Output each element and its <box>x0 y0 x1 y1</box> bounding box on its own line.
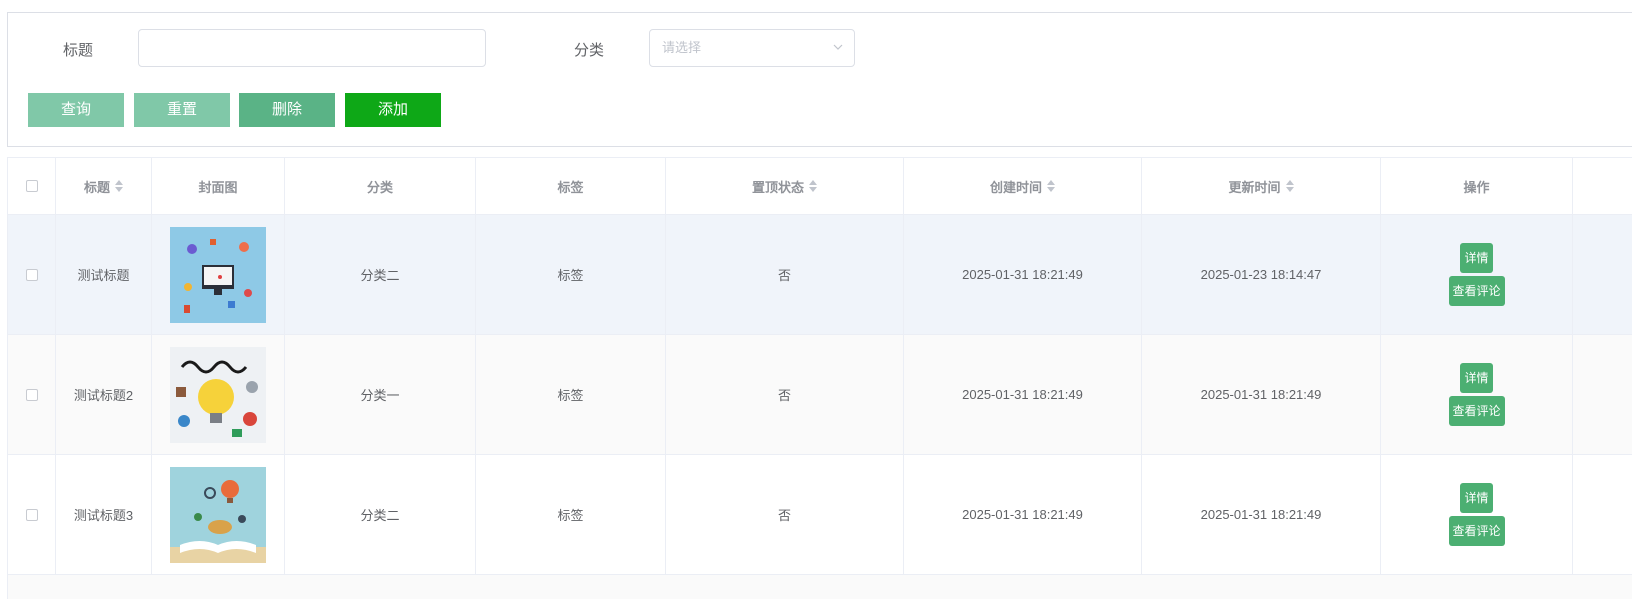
header-tag: 标签 <box>476 158 666 214</box>
view-comments-button[interactable]: 查看评论 <box>1448 516 1505 546</box>
header-created[interactable]: 创建时间 <box>904 158 1142 214</box>
table-row[interactable]: 测试标题2 分类一 标签 否 2025-01-31 18:21:49 2025-… <box>8 335 1632 455</box>
category-select[interactable]: 请选择 <box>649 29 855 67</box>
table-row[interactable]: 测试标题 分类二 标签 否 2025-01-31 18:21:49 2025-0… <box>8 215 1632 335</box>
header-updated-label: 更新时间 <box>1228 179 1281 195</box>
created-cell: 2025-01-31 18:21:49 <box>904 455 1142 574</box>
table-row-partial <box>8 575 1632 599</box>
actions-cell: 详情 查看评论 <box>1381 215 1573 334</box>
table-row[interactable]: 测试标题3 分类二 标签 否 2025-01-31 18:21:49 2025-… <box>8 455 1632 575</box>
category-label: 分类 <box>574 42 605 59</box>
header-pinned-label: 置顶状态 <box>751 179 804 195</box>
cover-image-book-icon[interactable] <box>170 466 266 563</box>
header-updated[interactable]: 更新时间 <box>1142 158 1381 214</box>
row-checkbox[interactable] <box>25 388 38 401</box>
category-placeholder: 请选择 <box>662 40 702 55</box>
actions-cell: 详情 查看评论 <box>1381 455 1573 574</box>
actions-cell: 详情 查看评论 <box>1381 335 1573 454</box>
header-cover-label: 封面图 <box>198 179 238 195</box>
row-select-cell <box>8 215 56 334</box>
search-panel: 标题 分类 请选择 查询 重置 删除 添加 <box>7 12 1632 147</box>
category-cell: 分类二 <box>285 215 476 334</box>
chevron-down-icon <box>832 30 844 80</box>
cover-image-learn-icon[interactable] <box>170 346 266 443</box>
tag-cell: 标签 <box>476 335 666 454</box>
title-cell: 测试标题2 <box>56 335 152 454</box>
header-category-label: 分类 <box>366 179 393 195</box>
header-select-all-cell <box>8 158 56 214</box>
select-all-checkbox[interactable] <box>25 180 38 192</box>
category-cell: 分类一 <box>285 335 476 454</box>
cover-cell <box>152 455 285 574</box>
row-checkbox[interactable] <box>25 508 38 521</box>
header-title-label: 标题 <box>83 179 110 195</box>
table-header: 标题 封面图 分类 标签 置顶状态 创建时间 更新时间 操作 <box>8 158 1632 215</box>
row-checkbox[interactable] <box>25 268 38 281</box>
row-select-cell <box>8 455 56 574</box>
row-select-cell <box>8 335 56 454</box>
created-cell: 2025-01-31 18:21:49 <box>904 335 1142 454</box>
pinned-cell: 否 <box>666 455 904 574</box>
tag-cell: 标签 <box>476 215 666 334</box>
add-button[interactable]: 添加 <box>345 93 441 127</box>
cover-cell <box>152 335 285 454</box>
tag-cell: 标签 <box>476 455 666 574</box>
query-button[interactable]: 查询 <box>28 93 124 127</box>
reset-button[interactable]: 重置 <box>134 93 230 127</box>
view-comments-button[interactable]: 查看评论 <box>1448 396 1505 426</box>
cover-cell <box>152 215 285 334</box>
sort-icon[interactable] <box>1047 180 1055 192</box>
title-input[interactable] <box>138 29 486 67</box>
detail-button[interactable]: 详情 <box>1460 363 1493 393</box>
created-cell: 2025-01-31 18:21:49 <box>904 215 1142 334</box>
updated-cell: 2025-01-23 18:14:47 <box>1142 215 1381 334</box>
header-tag-label: 标签 <box>557 179 584 195</box>
pinned-cell: 否 <box>666 335 904 454</box>
delete-button[interactable]: 删除 <box>239 93 335 127</box>
category-cell: 分类二 <box>285 455 476 574</box>
updated-cell: 2025-01-31 18:21:49 <box>1142 335 1381 454</box>
header-created-label: 创建时间 <box>989 179 1042 195</box>
header-title[interactable]: 标题 <box>56 158 152 214</box>
title-cell: 测试标题 <box>56 215 152 334</box>
title-label: 标题 <box>63 42 94 59</box>
pinned-cell: 否 <box>666 215 904 334</box>
sort-icon[interactable] <box>115 180 123 192</box>
header-pinned[interactable]: 置顶状态 <box>666 158 904 214</box>
sort-icon[interactable] <box>1285 180 1294 192</box>
data-table: 标题 封面图 分类 标签 置顶状态 创建时间 更新时间 操作 测试标题 分类二 … <box>7 157 1632 599</box>
view-comments-button[interactable]: 查看评论 <box>1448 276 1505 306</box>
header-category: 分类 <box>285 158 476 214</box>
cover-image-tech-icon[interactable] <box>170 226 266 323</box>
header-actions: 操作 <box>1381 158 1573 214</box>
header-actions-label: 操作 <box>1463 179 1490 195</box>
title-cell: 测试标题3 <box>56 455 152 574</box>
header-cover: 封面图 <box>152 158 285 214</box>
sort-icon[interactable] <box>809 180 817 192</box>
detail-button[interactable]: 详情 <box>1460 243 1493 273</box>
detail-button[interactable]: 详情 <box>1460 483 1493 513</box>
updated-cell: 2025-01-31 18:21:49 <box>1142 455 1381 574</box>
